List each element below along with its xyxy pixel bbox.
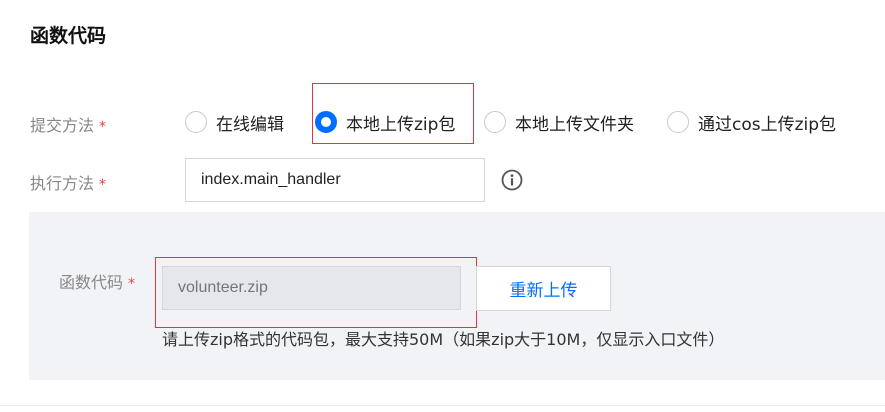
submit-method-label: 提交方法 * [30, 112, 106, 136]
radio-local-folder[interactable]: 本地上传文件夹 [484, 108, 634, 136]
radio-circle[interactable] [185, 111, 207, 133]
upload-hint-text: 请上传zip格式的代码包，最大支持50M（如果zip大于10M，仅显示入口文件） [162, 330, 725, 349]
radio-local-zip[interactable]: 本地上传zip包 [315, 108, 455, 136]
divider [0, 405, 885, 406]
reupload-button[interactable]: 重新上传 [476, 266, 611, 311]
radio-label: 本地上传文件夹 [515, 114, 634, 135]
section-title: 函数代码 [30, 25, 107, 47]
radio-label: 在线编辑 [216, 114, 284, 135]
exec-method-label: 执行方法 * [30, 170, 106, 194]
required-mark: * [99, 177, 107, 193]
radio-circle[interactable] [667, 111, 689, 133]
radio-online-edit[interactable]: 在线编辑 [185, 108, 284, 136]
radio-label: 通过cos上传zip包 [698, 114, 837, 135]
function-code-label-text: 函数代码 [59, 273, 124, 292]
required-mark: * [99, 119, 107, 135]
file-name-input [162, 266, 461, 310]
function-code-page: 函数代码 提交方法 * 在线编辑 本地上传zip包 本地上传文件夹 通过cos上传… [0, 0, 885, 412]
radio-circle-checked[interactable] [315, 111, 337, 133]
info-icon[interactable] [501, 169, 523, 191]
required-mark: * [128, 276, 136, 292]
exec-method-input[interactable] [185, 158, 485, 202]
radio-circle[interactable] [484, 111, 506, 133]
function-code-label: 函数代码 * [59, 269, 135, 293]
exec-method-label-text: 执行方法 [30, 174, 95, 193]
radio-cos-zip[interactable]: 通过cos上传zip包 [667, 108, 836, 136]
submit-method-label-text: 提交方法 [30, 116, 95, 135]
radio-label: 本地上传zip包 [346, 114, 456, 135]
